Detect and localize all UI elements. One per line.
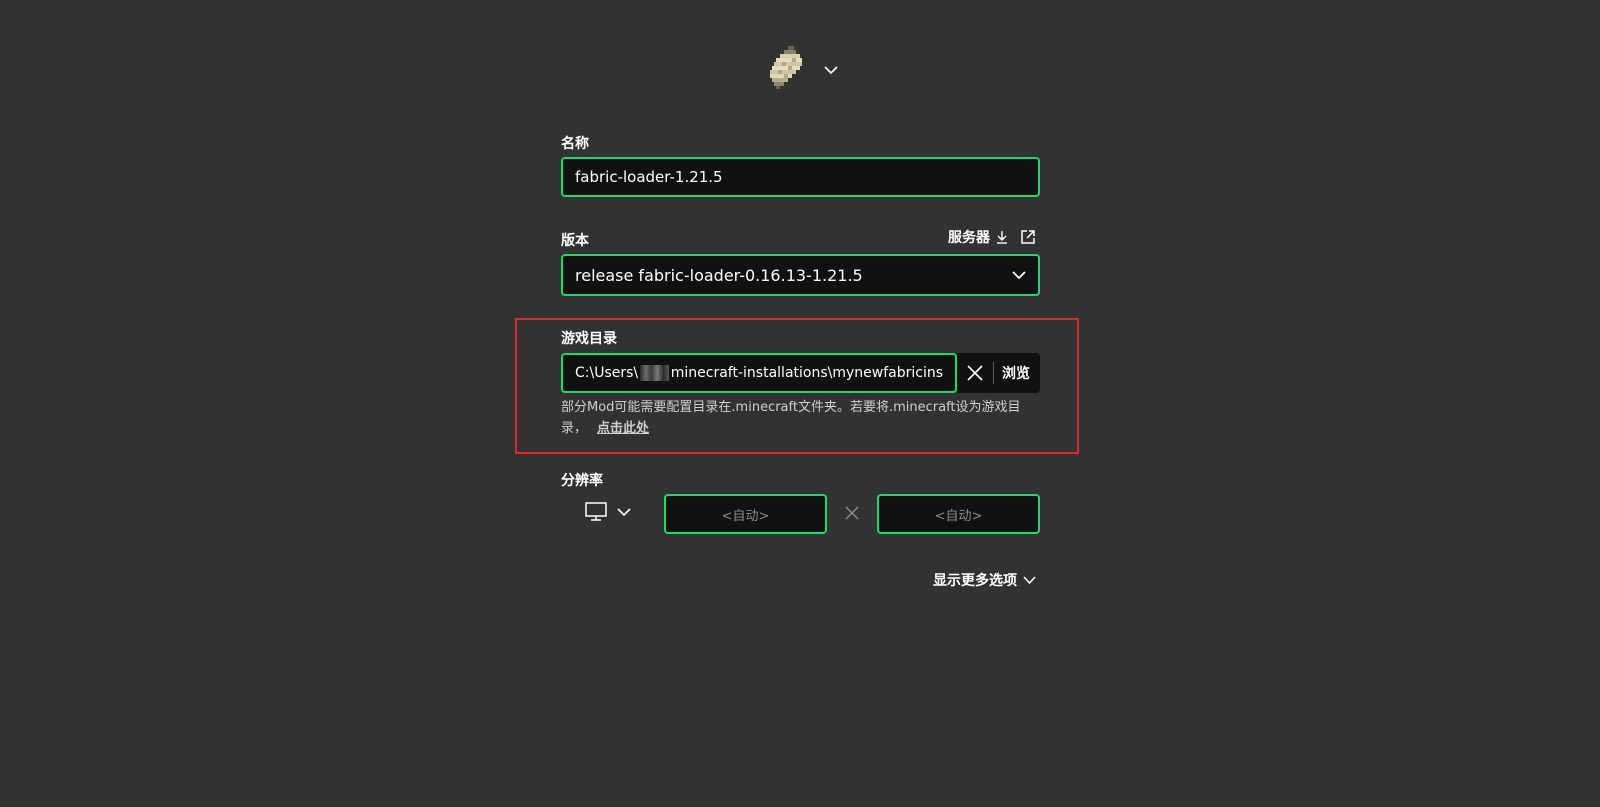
redacted-username [640, 365, 669, 381]
height-placeholder: <自动> [934, 508, 983, 524]
monitor-picker[interactable] [585, 502, 631, 522]
chevron-down-icon [1012, 270, 1026, 279]
version-select-value: release fabric-loader-0.16.13-1.21.5 [575, 265, 863, 285]
clear-dir-button[interactable] [963, 361, 987, 385]
chevron-down-icon [824, 65, 838, 74]
divider [993, 362, 994, 384]
name-input[interactable]: fabric-loader-1.21.5 [561, 157, 1040, 197]
game-dir-row: C:\Users\ minecraft-installations\mynewf… [561, 353, 1040, 393]
game-dir-actions: 浏览 [957, 353, 1040, 393]
more-options-label: 显示更多选项 [933, 573, 1017, 589]
game-dir-suffix: minecraft-installations\mynewfabricins [670, 365, 943, 381]
game-dir-label: 游戏目录 [561, 331, 617, 347]
resolution-row: <自动> <自动> [561, 494, 1040, 534]
set-minecraft-dir-link[interactable]: 点击此处 [597, 421, 649, 436]
show-more-options-button[interactable]: 显示更多选项 [933, 570, 1036, 590]
server-link-label: 服务器 [948, 230, 990, 246]
name-label: 名称 [561, 136, 589, 152]
monitor-icon [585, 502, 607, 521]
resolution-height-input[interactable]: <自动> [877, 494, 1040, 534]
version-select[interactable]: release fabric-loader-0.16.13-1.21.5 [561, 254, 1040, 296]
browse-button[interactable]: 浏览 [1002, 363, 1030, 383]
game-dir-input[interactable]: C:\Users\ minecraft-installations\mynewf… [561, 353, 957, 393]
name-input-value: fabric-loader-1.21.5 [575, 168, 723, 186]
times-icon [845, 506, 859, 520]
close-icon [967, 365, 983, 381]
chevron-down-icon [617, 507, 631, 516]
resolution-label: 分辨率 [561, 473, 603, 489]
server-download-link[interactable]: 服务器 [948, 227, 1036, 247]
resolution-width-input[interactable]: <自动> [664, 494, 827, 534]
download-icon [997, 231, 1007, 244]
game-dir-prefix: C:\Users\ [575, 365, 639, 381]
icon-picker[interactable] [766, 40, 846, 96]
external-link-icon[interactable] [1020, 229, 1036, 245]
paper-scroll-icon [770, 46, 802, 89]
chevron-down-icon [1023, 576, 1036, 584]
width-placeholder: <自动> [721, 508, 770, 524]
installation-editor: 名称 fabric-loader-1.21.5 版本 服务器 release f… [0, 0, 1600, 807]
version-label: 版本 [561, 233, 589, 249]
game-dir-hint: 部分Mod可能需要配置目录在.minecraft文件夹。若要将.minecraf… [561, 397, 1031, 439]
